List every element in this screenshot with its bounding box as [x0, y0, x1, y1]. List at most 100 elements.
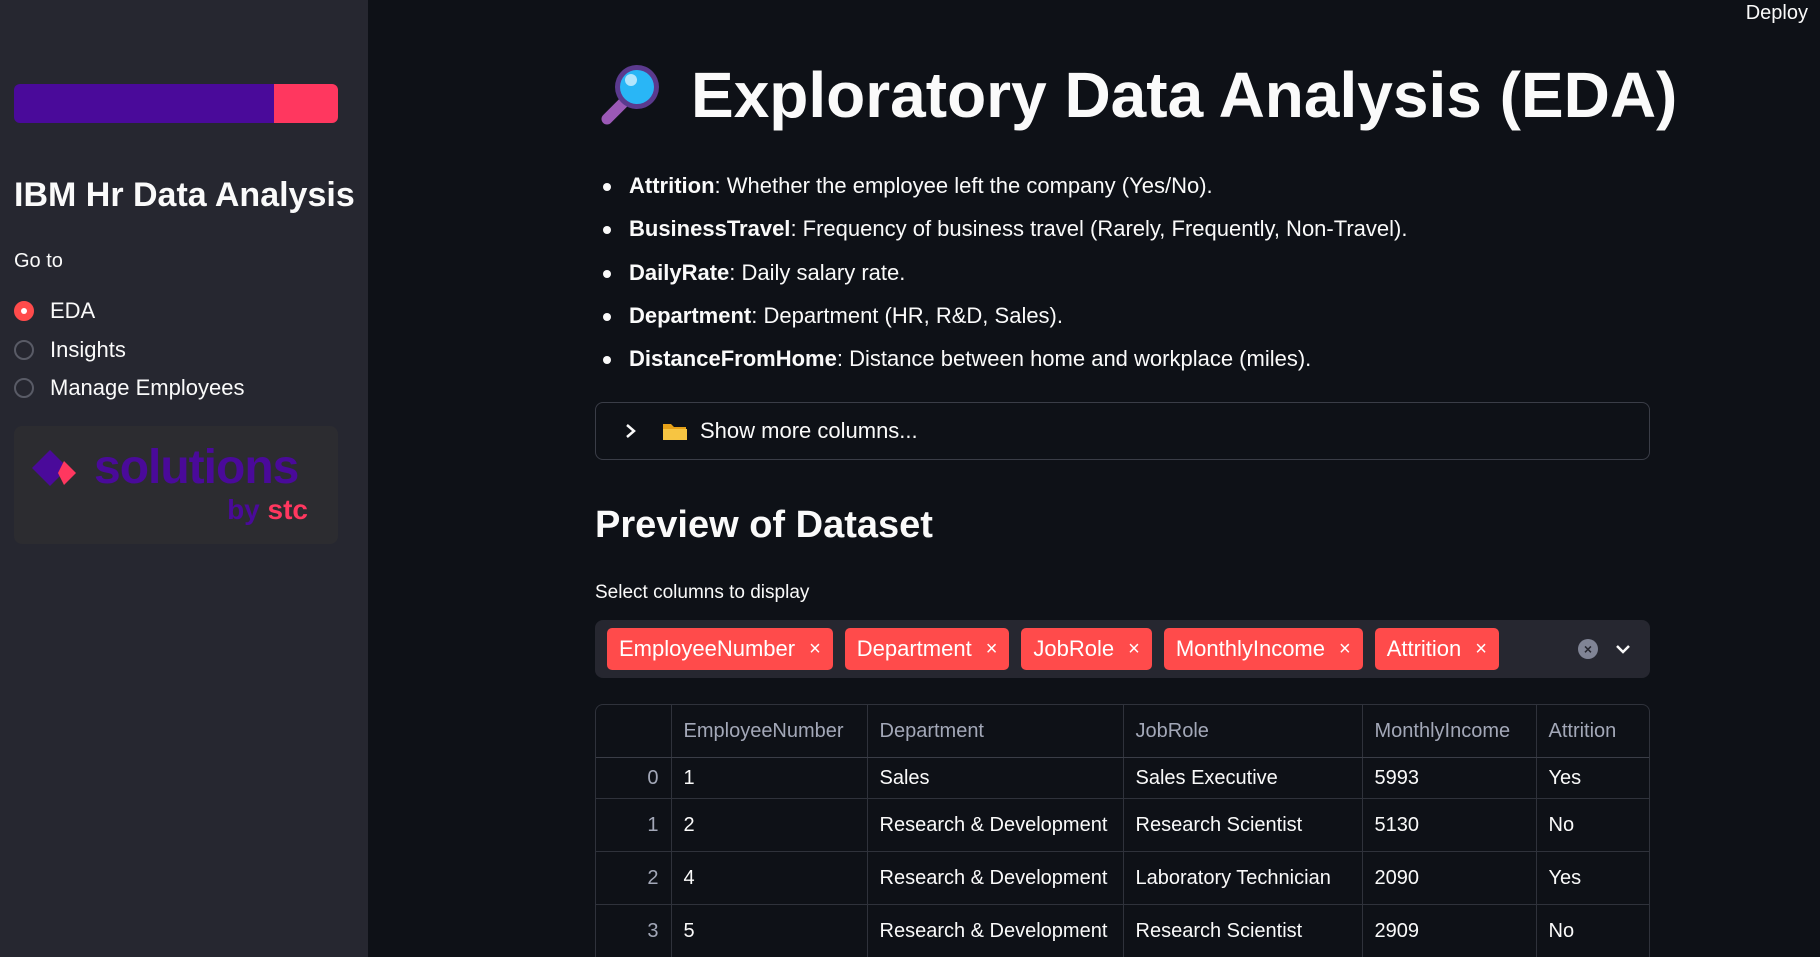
column-description: : Daily salary rate. — [729, 259, 906, 285]
brand-color-bar — [14, 84, 338, 123]
table-cell[interactable]: 4 — [671, 851, 868, 905]
table-header-row: EmployeeNumber Department JobRole Monthl… — [596, 705, 1649, 758]
diamond-logo-icon — [32, 450, 76, 486]
table-cell[interactable]: 5 — [671, 904, 868, 957]
chip-label: Attrition — [1386, 636, 1462, 661]
table-cell[interactable]: 5130 — [1362, 798, 1537, 852]
row-index: 2 — [596, 851, 672, 905]
table-cell[interactable]: 2090 — [1362, 851, 1537, 905]
table-cell[interactable]: Research & Development — [867, 798, 1124, 852]
column-multiselect[interactable]: EmployeeNumber × Department × JobRole × Mon… — [595, 620, 1650, 678]
nav-option-eda[interactable]: EDA — [14, 292, 244, 331]
column-term: DailyRate — [629, 259, 730, 285]
chip-department[interactable]: Department × — [844, 628, 1010, 670]
preview-heading: Preview of Dataset — [595, 504, 933, 546]
nav-option-manage-employees[interactable]: Manage Employees — [14, 369, 244, 408]
table-cell[interactable]: Yes — [1536, 851, 1649, 905]
table-cell[interactable]: Sales Executive — [1123, 757, 1363, 799]
list-item: Attrition: Whether the employee left the… — [602, 168, 1407, 211]
table-cell[interactable]: Research & Development — [867, 851, 1124, 905]
column-header[interactable] — [596, 705, 672, 758]
table-cell[interactable]: No — [1536, 904, 1649, 957]
sidebar: IBM Hr Data Analysis Go to EDA Insights … — [0, 0, 368, 957]
dataset-preview-table[interactable]: EmployeeNumber Department JobRole Monthl… — [595, 704, 1650, 957]
list-item: Department: Department (HR, R&D, Sales). — [602, 298, 1407, 341]
table-cell[interactable]: Research Scientist — [1123, 904, 1363, 957]
column-description: : Department (HR, R&D, Sales). — [751, 302, 1063, 328]
row-index: 0 — [596, 757, 672, 799]
table-row: 1 2 Research & Development Research Scie… — [596, 798, 1649, 852]
column-header[interactable]: MonthlyIncome — [1362, 705, 1537, 758]
nav-label: Go to — [14, 250, 63, 272]
chip-label: EmployeeNumber — [619, 636, 796, 661]
column-header[interactable]: EmployeeNumber — [671, 705, 868, 758]
column-header[interactable]: Attrition — [1536, 705, 1649, 758]
remove-chip-icon[interactable]: × — [809, 638, 821, 661]
multiselect-label: Select columns to display — [595, 582, 810, 603]
brand-bar-pink — [274, 84, 338, 123]
column-term: BusinessTravel — [629, 216, 791, 242]
folder-icon — [663, 424, 687, 440]
chip-attrition[interactable]: Attrition × — [1374, 628, 1499, 670]
show-more-columns-expander[interactable]: Show more columns... — [595, 402, 1650, 460]
table-row: 3 5 Research & Development Research Scie… — [596, 904, 1649, 957]
brand-bar-purple — [14, 84, 274, 123]
radio-unselected-icon[interactable] — [14, 378, 34, 399]
logo-by: by — [227, 494, 260, 525]
logo-word: solutions — [94, 441, 299, 494]
table-cell[interactable]: Laboratory Technician — [1123, 851, 1363, 905]
expander-label: Show more columns... — [700, 418, 918, 443]
table-cell[interactable]: 5993 — [1362, 757, 1537, 799]
nav-option-insights[interactable]: Insights — [14, 331, 244, 370]
column-term: Attrition — [629, 173, 715, 198]
chevron-down-icon[interactable] — [1614, 640, 1632, 658]
chip-label: JobRole — [1033, 636, 1115, 661]
list-item: DailyRate: Daily salary rate. — [602, 255, 1407, 298]
table-row: 2 4 Research & Development Laboratory Te… — [596, 851, 1649, 905]
list-item: DistanceFromHome: Distance between home … — [602, 341, 1407, 384]
radio-selected-icon[interactable] — [14, 301, 34, 322]
table-cell[interactable]: Yes — [1536, 757, 1649, 799]
column-term: DistanceFromHome — [629, 346, 837, 372]
column-description: : Frequency of business travel (Rarely, … — [790, 216, 1408, 242]
row-index: 3 — [596, 904, 672, 957]
column-description: : Distance between home and workplace (m… — [836, 346, 1312, 372]
app-title: IBM Hr Data Analysis — [14, 176, 355, 214]
magnifying-glass-icon — [601, 65, 659, 125]
chip-employeenumber[interactable]: EmployeeNumber × — [607, 628, 833, 670]
remove-chip-icon[interactable]: × — [986, 638, 998, 661]
column-header[interactable]: JobRole — [1123, 705, 1363, 758]
deploy-button[interactable]: Deploy — [1746, 2, 1808, 25]
column-header[interactable]: Department — [867, 705, 1124, 758]
table-cell[interactable]: 2 — [671, 798, 868, 852]
chevron-right-icon — [626, 424, 636, 438]
radio-unselected-icon[interactable] — [14, 339, 34, 360]
chip-label: Department — [856, 636, 972, 661]
logo-stc: stc — [267, 494, 308, 525]
table-row: 0 1 Sales Sales Executive 5993 Yes — [596, 757, 1649, 799]
chip-jobrole[interactable]: JobRole × — [1021, 628, 1152, 670]
page-title-text: Exploratory Data Analysis (EDA) — [691, 59, 1678, 131]
remove-chip-icon[interactable]: × — [1128, 638, 1140, 661]
table-cell[interactable]: Sales — [867, 757, 1124, 799]
column-description-list: Attrition: Whether the employee left the… — [595, 168, 1407, 384]
table-cell[interactable]: Research & Development — [867, 904, 1124, 957]
nav-option-label: Insights — [50, 336, 126, 362]
solutions-by-stc-logo: solutions by stc — [14, 426, 338, 544]
table-cell[interactable]: 2909 — [1362, 904, 1537, 957]
table-cell[interactable]: 1 — [671, 757, 868, 799]
table-cell[interactable]: No — [1536, 798, 1649, 852]
row-index: 1 — [596, 798, 672, 852]
nav-option-label: EDA — [50, 298, 96, 324]
remove-chip-icon[interactable]: × — [1475, 638, 1487, 661]
chip-label: MonthlyIncome — [1175, 636, 1325, 661]
list-item: BusinessTravel: Frequency of business tr… — [602, 211, 1408, 254]
column-description: : Whether the employee left the company … — [714, 173, 1213, 198]
chip-monthlyincome[interactable]: MonthlyIncome × — [1163, 628, 1363, 670]
nav-option-label: Manage Employees — [50, 375, 245, 401]
table-cell[interactable]: Research Scientist — [1123, 798, 1363, 852]
logo-byline: by stc — [227, 494, 308, 526]
clear-all-icon[interactable]: × — [1578, 639, 1598, 659]
remove-chip-icon[interactable]: × — [1339, 638, 1351, 661]
nav-radio-group: EDA Insights Manage Employees — [14, 292, 244, 408]
